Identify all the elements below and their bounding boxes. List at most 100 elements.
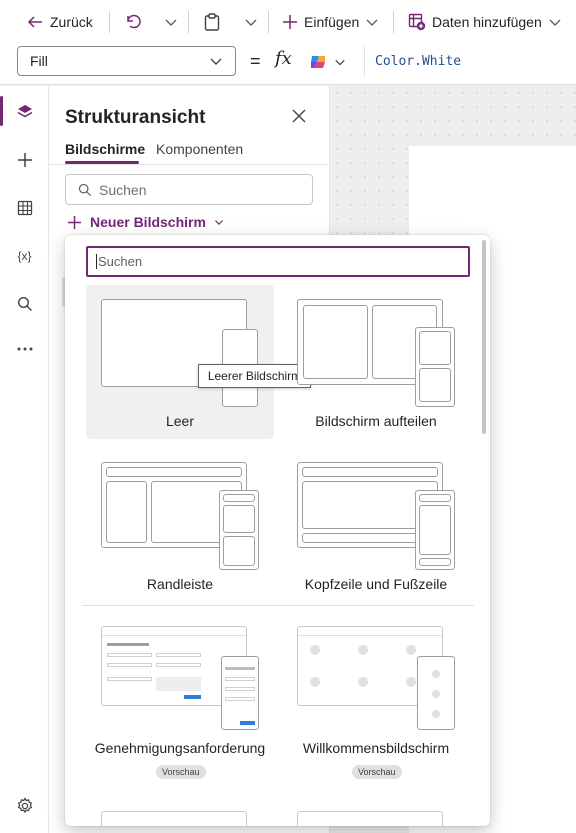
mock-header — [102, 627, 246, 636]
search-icon — [78, 183, 92, 196]
mock-field — [107, 663, 152, 667]
plus-icon — [67, 215, 82, 229]
template-sidebar[interactable]: Randleiste — [86, 448, 274, 602]
template-thumbnail-partial[interactable] — [297, 811, 443, 826]
mock-line — [225, 667, 255, 670]
close-button[interactable] — [291, 108, 307, 124]
formula-input[interactable]: Color.White — [364, 45, 576, 77]
settings-button[interactable] — [0, 786, 49, 826]
chevron-down-icon — [335, 59, 345, 66]
tree-view-button[interactable] — [0, 92, 49, 132]
template-label: Genehmigungsanforderung — [94, 740, 266, 756]
template-label: Kopfzeile und Fußzeile — [304, 576, 448, 592]
paste-menu-button[interactable] — [244, 0, 258, 44]
mock-field — [107, 677, 152, 681]
preview-badge: Vorschau — [352, 765, 402, 779]
template-blank[interactable]: Leer — [86, 285, 274, 439]
mock-field — [156, 663, 201, 667]
layers-icon — [17, 105, 32, 118]
template-search-placeholder: Suchen — [98, 254, 143, 269]
insert-button[interactable]: Einfügen — [282, 0, 379, 44]
command-bar: Zurück Einfügen Daten hinzufügen — [0, 0, 576, 44]
mock-circle — [432, 710, 440, 718]
template-thumbnail-partial[interactable] — [101, 811, 247, 826]
mock-title-line — [107, 643, 149, 646]
mock-circle — [310, 645, 320, 655]
insert-rail-button[interactable] — [0, 140, 49, 180]
left-rail: {x} — [0, 86, 49, 833]
more-icon[interactable] — [0, 329, 49, 369]
close-icon — [292, 109, 306, 123]
chevron-down-icon — [165, 19, 177, 26]
mock-circle — [406, 645, 416, 655]
mock-circle — [406, 677, 416, 687]
data-rail-button[interactable] — [0, 188, 49, 228]
chevron-down-icon — [366, 19, 378, 26]
mock-field — [107, 653, 152, 657]
phone-pane-top — [419, 331, 451, 365]
mock-textarea — [156, 677, 201, 691]
template-search-input[interactable]: Suchen — [86, 246, 470, 277]
copilot-button[interactable] — [308, 50, 356, 74]
phone-header — [223, 494, 255, 502]
split-pane-left — [303, 305, 368, 379]
mock-circle — [358, 645, 368, 655]
back-label: Zurück — [50, 14, 93, 30]
table-icon — [17, 200, 32, 216]
arrow-left-icon — [27, 16, 42, 28]
template-label: Bildschirm aufteilen — [315, 413, 437, 429]
chevron-down-icon — [210, 58, 222, 65]
mock-circle — [432, 690, 440, 698]
new-screen-button[interactable]: Neuer Bildschirm — [67, 212, 224, 232]
tab-components[interactable]: Komponenten — [156, 141, 243, 157]
chevron-down-icon — [549, 19, 561, 26]
text-cursor — [96, 254, 97, 269]
undo-button[interactable] — [123, 0, 143, 44]
copilot-icon — [311, 56, 325, 68]
undo-menu-button[interactable] — [164, 0, 178, 44]
phone-pane-bottom — [223, 536, 255, 566]
property-dropdown[interactable]: Fill — [17, 46, 236, 76]
phone-pane-bottom — [419, 368, 451, 402]
panel-title: Strukturansicht — [65, 107, 206, 128]
mock-header — [298, 627, 442, 636]
toolbar-divider — [393, 11, 394, 33]
property-value: Fill — [30, 53, 48, 69]
template-label: Leer — [165, 413, 195, 429]
plus-icon — [17, 153, 32, 167]
preview-badge: Vorschau — [156, 765, 206, 779]
new-screen-popup: Suchen Leer Leerer Bildschirm Bildschirm… — [65, 235, 490, 826]
sidebar-header-bar — [106, 467, 242, 477]
welcome-thumbnail-phone — [417, 656, 455, 730]
template-label: Willkommensbildschirm — [302, 740, 450, 756]
new-screen-label: Neuer Bildschirm — [90, 214, 206, 230]
sidebar-column — [106, 481, 147, 543]
scrollbar-thumb[interactable] — [482, 240, 486, 434]
tab-screens[interactable]: Bildschirme — [65, 141, 145, 157]
variables-icon[interactable]: {x} — [0, 236, 49, 276]
phone-header — [419, 494, 451, 502]
add-data-button[interactable]: Daten hinzufügen — [408, 0, 562, 44]
table-add-icon — [408, 13, 426, 31]
template-header-footer[interactable]: Kopfzeile und Fußzeile — [282, 448, 470, 602]
sidebar-thumbnail-phone — [219, 490, 259, 570]
toolbar-divider — [268, 11, 269, 33]
split-thumbnail-phone — [415, 327, 455, 407]
back-button[interactable]: Zurück — [26, 0, 93, 44]
template-approval-request[interactable]: Genehmigungsanforderung Vorschau — [86, 612, 274, 782]
paste-button[interactable] — [203, 0, 221, 44]
plus-icon — [283, 15, 297, 29]
tree-search-input[interactable]: Suchen — [65, 174, 313, 205]
template-split-screen[interactable]: Bildschirm aufteilen — [282, 285, 470, 439]
mock-field — [225, 697, 255, 701]
toolbar-divider — [109, 11, 110, 33]
tab-divider — [49, 164, 330, 165]
header-footer-thumbnail-phone — [415, 490, 455, 570]
search-icon — [17, 296, 32, 311]
chevron-down-icon — [245, 19, 257, 26]
tree-search-placeholder: Suchen — [99, 181, 147, 198]
phone-pane-top — [223, 505, 255, 533]
undo-icon — [127, 14, 141, 29]
template-welcome-screen[interactable]: Willkommensbildschirm Vorschau — [282, 612, 470, 782]
search-rail-button[interactable] — [0, 284, 49, 324]
